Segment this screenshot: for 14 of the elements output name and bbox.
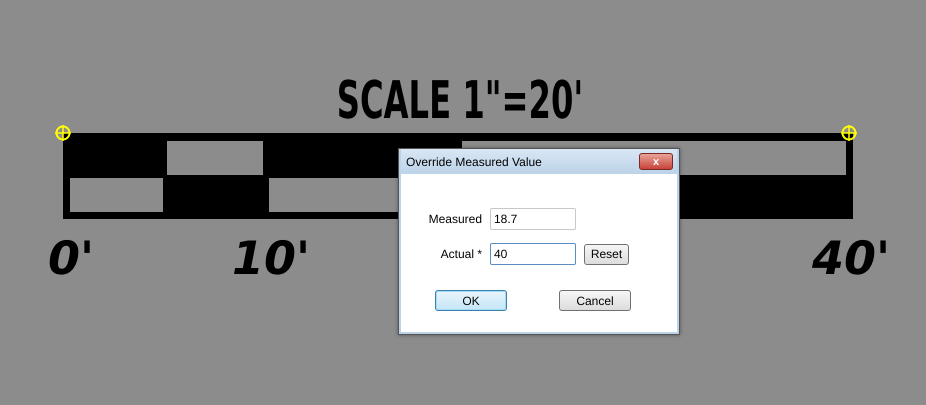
scale-label: 0' (48, 231, 94, 285)
input-field[interactable]: 40 (490, 243, 576, 265)
dialog-button[interactable]: OK (435, 290, 507, 311)
dialog-button[interactable]: Cancel (559, 290, 631, 311)
field-label: Actual * (440, 247, 483, 261)
scale-title: SCALE 1"=20' (336, 71, 584, 132)
crosshair-icon[interactable] (840, 124, 858, 142)
field-label: Measured (428, 212, 483, 226)
input-field[interactable]: 18.7 (490, 208, 576, 230)
crosshair-icon[interactable] (54, 124, 72, 142)
scale-label: 10' (232, 231, 310, 285)
scale-label: 40' (812, 231, 890, 285)
reset-button[interactable]: Reset (584, 244, 629, 264)
dialog-title: Override Measured Value (406, 154, 542, 168)
